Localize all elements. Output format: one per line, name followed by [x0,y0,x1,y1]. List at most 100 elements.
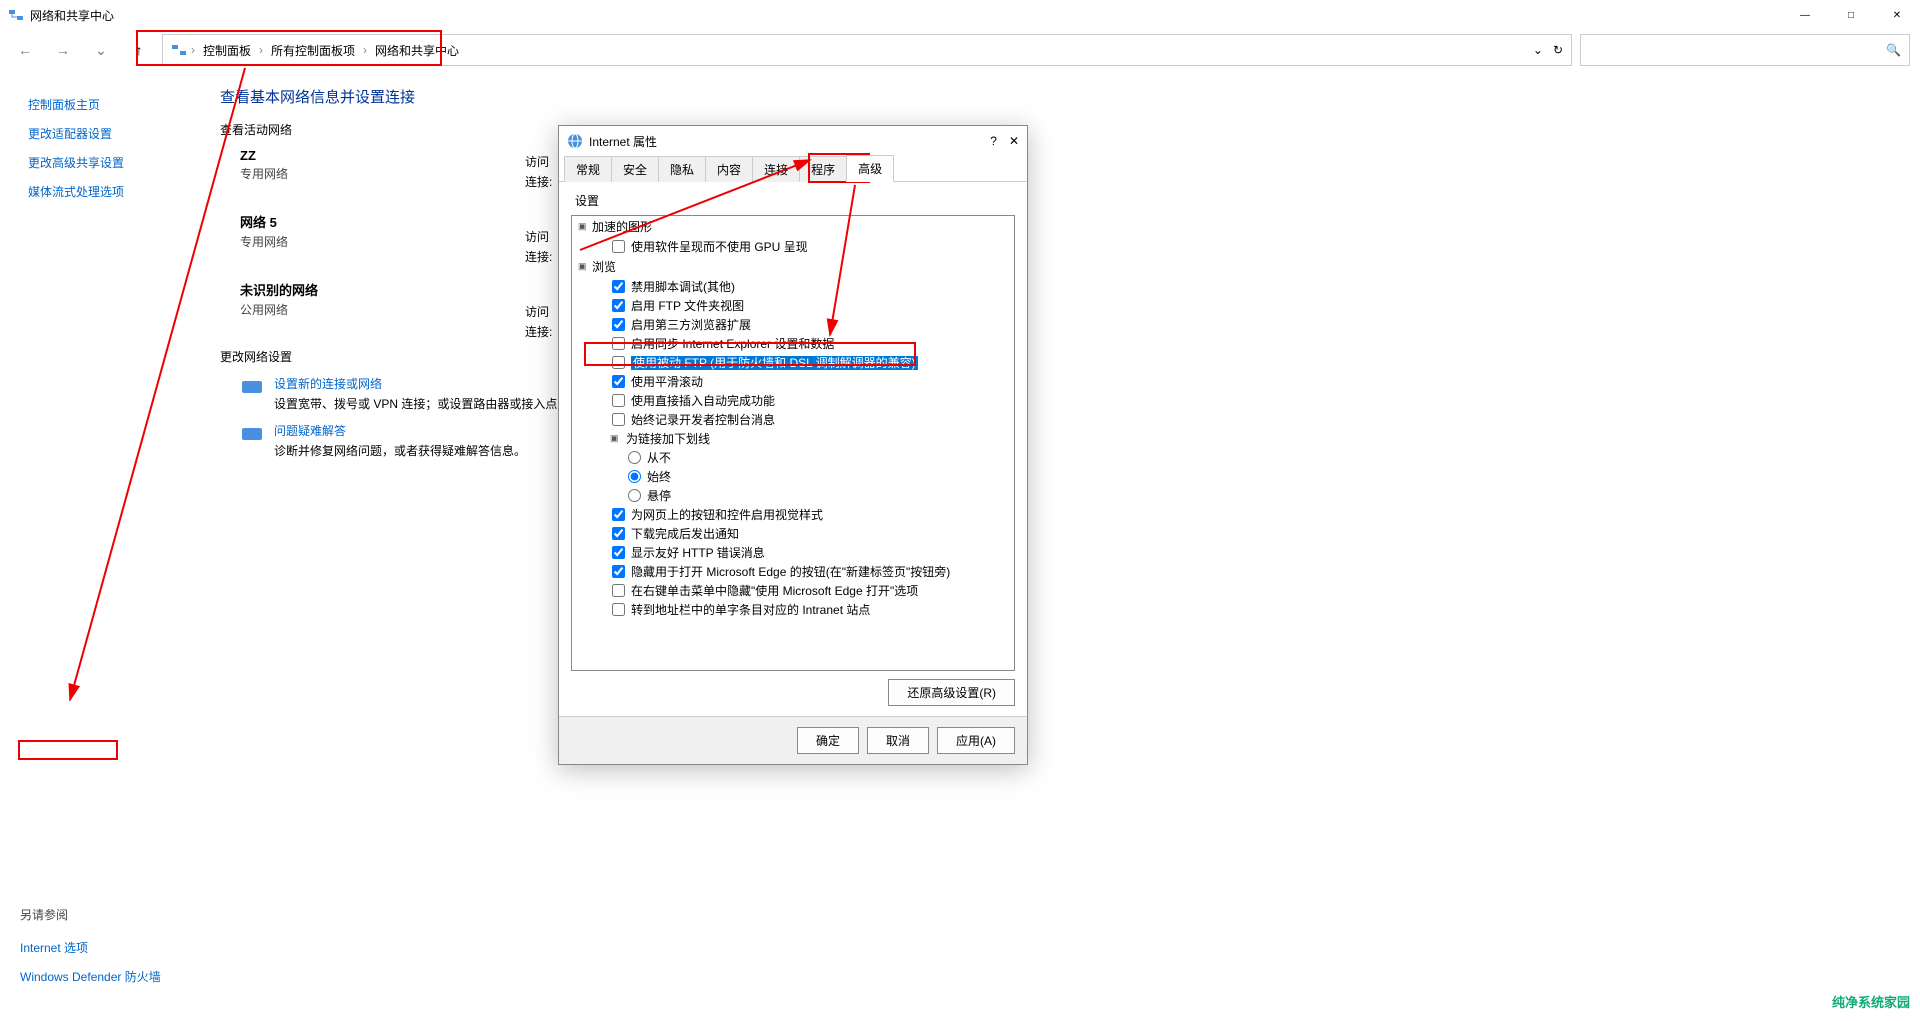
sidebar-adapter-settings[interactable]: 更改适配器设置 [28,119,210,148]
radio[interactable] [628,470,641,483]
tree-item-label: 下载完成后发出通知 [631,525,739,542]
checkbox[interactable] [612,280,625,293]
tree-item-label: 启用第三方浏览器扩展 [631,316,751,333]
checkbox[interactable] [612,394,625,407]
tree-checkbox-item[interactable]: 显示友好 HTTP 错误消息 [572,543,1014,562]
tree-checkbox-item[interactable]: 启用 FTP 文件夹视图 [572,296,1014,315]
breadcrumb-all-items[interactable]: 所有控制面板项 [267,40,359,61]
tree-item-label: 使用被动 FTP (用于防火墙和 DSL 调制解调器的兼容) [631,354,918,371]
radio[interactable] [628,489,641,502]
cancel-button[interactable]: 取消 [867,727,929,754]
network-icon [171,42,187,58]
tree-checkbox-item[interactable]: 启用第三方浏览器扩展 [572,315,1014,334]
tree-checkbox-item[interactable]: 下载完成后发出通知 [572,524,1014,543]
checkbox[interactable] [612,356,625,369]
settings-tree[interactable]: ▣加速的图形使用软件呈现而不使用 GPU 呈现▣浏览禁用脚本调试(其他)启用 F… [571,215,1015,671]
tree-radio-item[interactable]: 从不 [572,448,1014,467]
chevron-down-icon[interactable]: ⌄ [86,35,116,65]
tree-item-label: 启用同步 Internet Explorer 设置和数据 [631,335,834,352]
breadcrumb-control-panel[interactable]: 控制面板 [199,40,255,61]
tree-checkbox-item[interactable]: 使用平滑滚动 [572,372,1014,391]
tree-group[interactable]: ▣加速的图形 [572,216,1014,237]
network-name: ZZ [240,148,1920,163]
tree-checkbox-item[interactable]: 使用直接插入自动完成功能 [572,391,1014,410]
internet-properties-dialog: Internet 属性 ? ✕ 常规安全隐私内容连接程序高级 设置 ▣加速的图形… [558,125,1028,765]
tree-checkbox-item[interactable]: 使用软件呈现而不使用 GPU 呈现 [572,237,1014,256]
tree-checkbox-item[interactable]: 在右键单击菜单中隐藏"使用 Microsoft Edge 打开"选项 [572,581,1014,600]
connection-label: 连接: [525,173,552,190]
tab-安全[interactable]: 安全 [611,156,659,182]
tree-item-label: 在右键单击菜单中隐藏"使用 Microsoft Edge 打开"选项 [631,582,918,599]
checkbox[interactable] [612,337,625,350]
sidebar-internet-options[interactable]: Internet 选项 [20,933,161,962]
expand-icon[interactable]: ▣ [578,261,588,272]
dialog-tabs: 常规安全隐私内容连接程序高级 [559,156,1027,182]
tree-subgroup[interactable]: ▣为链接加下划线 [572,429,1014,448]
expand-icon[interactable]: ▣ [578,221,588,232]
sidebar: 控制面板主页 更改适配器设置 更改高级共享设置 媒体流式处理选项 另请参阅 In… [0,70,210,1021]
tree-radio-item[interactable]: 始终 [572,467,1014,486]
dialog-close-button[interactable]: ✕ [1009,134,1019,148]
tree-item-label: 启用 FTP 文件夹视图 [631,297,744,314]
see-also-heading: 另请参阅 [20,906,161,923]
network-list: ZZ 专用网络网络 5 专用网络未识别的网络 公用网络 [220,148,1920,318]
sidebar-control-panel-home[interactable]: 控制面板主页 [28,90,210,119]
window-title: 网络和共享中心 [30,7,114,24]
dialog-title: Internet 属性 [589,133,657,150]
tree-checkbox-item[interactable]: 使用被动 FTP (用于防火墙和 DSL 调制解调器的兼容) [572,353,1014,372]
sidebar-media-streaming[interactable]: 媒体流式处理选项 [28,177,210,206]
tab-连接[interactable]: 连接 [752,156,800,182]
refresh-button[interactable]: ↻ [1553,43,1563,57]
back-button[interactable]: ← [10,35,40,65]
restore-defaults-button[interactable]: 还原高级设置(R) [888,679,1015,706]
checkbox[interactable] [612,527,625,540]
search-box[interactable]: 🔍 [1580,34,1910,66]
ok-button[interactable]: 确定 [797,727,859,754]
minimize-button[interactable]: — [1782,0,1828,30]
tree-item-label: 使用平滑滚动 [631,373,703,390]
checkbox[interactable] [612,299,625,312]
checkbox[interactable] [612,508,625,521]
radio[interactable] [628,451,641,464]
tree-checkbox-item[interactable]: 转到地址栏中的单字条目对应的 Intranet 站点 [572,600,1014,619]
sidebar-advanced-sharing[interactable]: 更改高级共享设置 [28,148,210,177]
checkbox[interactable] [612,584,625,597]
network-item: ZZ 专用网络 [240,148,1920,182]
tree-checkbox-item[interactable]: 启用同步 Internet Explorer 设置和数据 [572,334,1014,353]
breadcrumb-network-center[interactable]: 网络和共享中心 [371,40,463,61]
tree-checkbox-item[interactable]: 禁用脚本调试(其他) [572,277,1014,296]
task-item: 问题疑难解答 诊断并修复网络问题，或者获得疑难解答信息。 [220,422,1920,459]
tab-隐私[interactable]: 隐私 [658,156,706,182]
checkbox[interactable] [612,546,625,559]
tree-radio-item[interactable]: 悬停 [572,486,1014,505]
close-button[interactable]: ✕ [1874,0,1920,30]
sidebar-defender-firewall[interactable]: Windows Defender 防火墙 [20,962,161,991]
task-link[interactable]: 问题疑难解答 [274,422,526,439]
up-button[interactable]: ↑ [124,35,154,65]
tab-高级[interactable]: 高级 [846,155,894,182]
apply-button[interactable]: 应用(A) [937,727,1015,754]
tab-程序[interactable]: 程序 [799,156,847,182]
chevron-down-icon[interactable]: ⌄ [1533,43,1543,57]
checkbox[interactable] [612,413,625,426]
address-bar[interactable]: › 控制面板 › 所有控制面板项 › 网络和共享中心 ⌄ ↻ [162,34,1572,66]
tree-group[interactable]: ▣浏览 [572,256,1014,277]
checkbox[interactable] [612,375,625,388]
checkbox[interactable] [612,318,625,331]
maximize-button[interactable]: □ [1828,0,1874,30]
tree-checkbox-item[interactable]: 为网页上的按钮和控件启用视觉样式 [572,505,1014,524]
task-description: 诊断并修复网络问题，或者获得疑难解答信息。 [274,442,526,459]
checkbox[interactable] [612,240,625,253]
help-button[interactable]: ? [990,134,997,148]
checkbox[interactable] [612,565,625,578]
checkbox[interactable] [612,603,625,616]
tab-内容[interactable]: 内容 [705,156,753,182]
forward-button[interactable]: → [48,35,78,65]
task-link[interactable]: 设置新的连接或网络 [274,375,569,392]
connection-label: 连接: [525,248,552,265]
expand-icon[interactable]: ▣ [610,433,620,444]
tree-checkbox-item[interactable]: 隐藏用于打开 Microsoft Edge 的按钮(在"新建标签页"按钮旁) [572,562,1014,581]
tree-checkbox-item[interactable]: 始终记录开发者控制台消息 [572,410,1014,429]
tree-item-label: 隐藏用于打开 Microsoft Edge 的按钮(在"新建标签页"按钮旁) [631,563,950,580]
tab-常规[interactable]: 常规 [564,156,612,182]
